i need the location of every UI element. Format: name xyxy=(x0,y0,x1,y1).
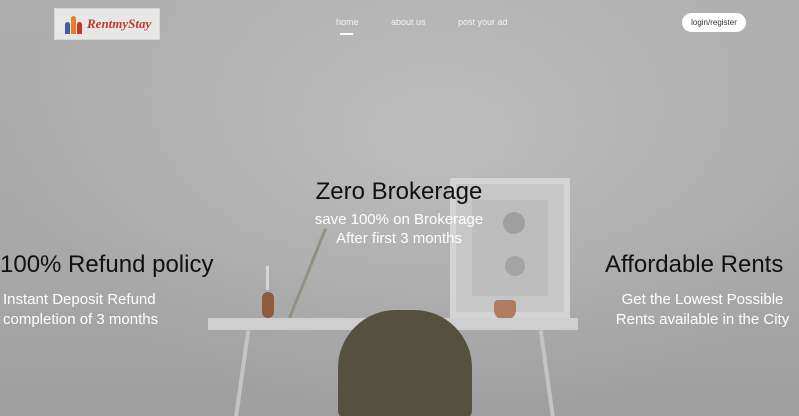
feature-desc-refund-policy: Instant Deposit Refund completion of 3 m… xyxy=(3,290,158,330)
plant-pot xyxy=(494,300,516,320)
feature-line: After first 3 months xyxy=(336,230,462,247)
chair xyxy=(338,310,472,416)
feature-line: completion of 3 months xyxy=(3,311,159,328)
nav-home[interactable]: home xyxy=(336,17,359,27)
nav-active-indicator xyxy=(340,33,353,35)
feature-line: Rents available in the City xyxy=(615,311,790,328)
brand-logo[interactable]: RentmyStay xyxy=(54,8,160,40)
vase xyxy=(262,292,274,318)
feature-desc-zero-brokerage: save 100% on Brokerage After first 3 mon… xyxy=(289,210,509,248)
feature-title-zero-brokerage: Zero Brokerage xyxy=(315,178,483,205)
logo-emblem-icon xyxy=(65,14,83,34)
feature-desc-affordable-rents: Get the Lowest Possible Rents available … xyxy=(606,290,799,330)
feature-line: save 100% on Brokerage xyxy=(314,211,484,228)
login-register-button[interactable]: login/register xyxy=(682,13,746,32)
hero-background xyxy=(0,0,799,416)
nav-about-us[interactable]: about us xyxy=(391,17,426,27)
frame-circle-art xyxy=(505,256,525,276)
feature-title-affordable-rents: Affordable Rents xyxy=(605,251,784,278)
logo-text: RentmyStay xyxy=(87,16,152,31)
candle xyxy=(266,266,269,290)
feature-line: Get the Lowest Possible xyxy=(621,291,784,308)
nav-post-ad[interactable]: post your ad xyxy=(458,17,508,27)
feature-line: Instant Deposit Refund xyxy=(3,291,156,308)
feature-title-refund-policy: 100% Refund policy xyxy=(0,251,214,278)
